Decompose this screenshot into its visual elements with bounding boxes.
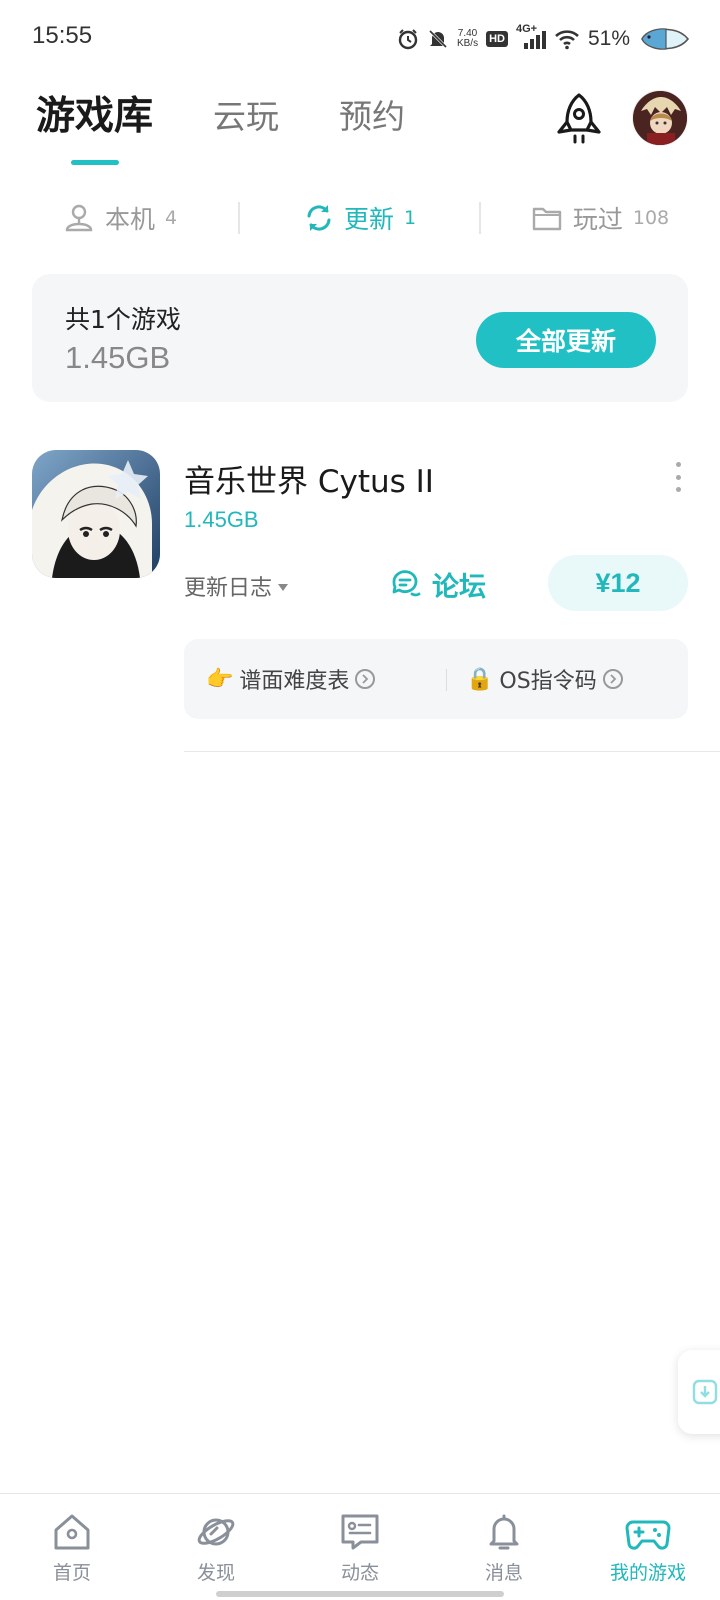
signal-icon: 4G+ xyxy=(516,23,546,51)
refresh-icon xyxy=(307,205,331,231)
sub-tab-played[interactable]: 玩过 108 xyxy=(480,196,720,240)
rocket-button[interactable] xyxy=(553,92,605,146)
game-icon[interactable] xyxy=(32,450,160,578)
nav-label: 首页 xyxy=(52,1562,91,1584)
status-time: 15:55 xyxy=(32,22,93,49)
tab-game-library[interactable]: 游戏库 xyxy=(36,94,153,140)
sub-tab-divider xyxy=(238,202,240,234)
floating-download-button[interactable] xyxy=(678,1350,720,1434)
nav-item-feed[interactable]: 动态 xyxy=(288,1494,432,1600)
chevron-right-icon xyxy=(602,669,623,689)
net-speed-unit: KB/s xyxy=(456,38,479,49)
sub-tab-label: 玩过 xyxy=(572,205,623,234)
forum-icon xyxy=(392,570,421,597)
caret-down-icon xyxy=(278,583,289,591)
hd-badge: HD xyxy=(486,31,508,47)
nav-item-my-games[interactable]: 我的游戏 xyxy=(576,1494,720,1600)
battery-percent: 51% xyxy=(587,27,630,50)
gamepad-icon xyxy=(625,1520,671,1550)
nav-label: 动态 xyxy=(340,1562,379,1584)
link-label: 谱面难度表 xyxy=(239,669,350,694)
wifi-icon xyxy=(554,28,580,50)
mute-bell-icon xyxy=(427,28,449,50)
planet-icon xyxy=(197,1518,235,1546)
game-cover-image xyxy=(32,450,160,578)
link-label: OS指令码 xyxy=(499,669,597,694)
tab-reservations[interactable]: 预约 xyxy=(339,94,405,140)
net-speed: 7.40 KB/s xyxy=(457,29,478,49)
game-links-card: 👉 谱面难度表 🔒 OS指令码 xyxy=(184,639,688,719)
more-dot xyxy=(675,487,681,492)
home-indicator xyxy=(216,1591,504,1597)
update-all-button[interactable]: 全部更新 xyxy=(476,312,656,368)
sub-tab-count: 108 xyxy=(632,207,670,229)
nav-item-messages[interactable]: 消息 xyxy=(432,1494,576,1600)
nav-item-discover[interactable]: 发现 xyxy=(144,1494,288,1600)
home-icon xyxy=(54,1514,90,1550)
more-dot xyxy=(675,474,681,480)
forum-button[interactable]: 论坛 xyxy=(390,564,486,604)
nav-label: 我的游戏 xyxy=(609,1562,686,1584)
avatar-image xyxy=(633,91,687,145)
more-options-button[interactable] xyxy=(670,462,686,492)
bell-icon xyxy=(489,1514,519,1550)
summary-count: 共1个游戏 xyxy=(65,305,181,334)
sub-tabs: 本机 4 更新 1 玩过 108 xyxy=(0,196,720,240)
item-divider xyxy=(184,751,720,752)
alarm-icon xyxy=(397,28,419,50)
game-size: 1.45GB xyxy=(184,507,259,532)
user-avatar[interactable] xyxy=(632,90,688,146)
device-icon xyxy=(65,204,93,232)
forum-label: 论坛 xyxy=(432,571,486,603)
link-os-command-code[interactable]: 🔒 OS指令码 xyxy=(466,663,623,695)
price-button[interactable]: ¥12 xyxy=(548,555,688,611)
rocket-icon xyxy=(557,93,601,144)
tab-cloud-play[interactable]: 云玩 xyxy=(213,94,279,140)
chevron-right-icon xyxy=(355,669,376,689)
download-icon xyxy=(692,1379,718,1405)
link-difficulty-table[interactable]: 👉 谱面难度表 xyxy=(206,663,376,695)
network-type: 4G+ xyxy=(515,23,538,35)
status-bar: 15:55 7.40 KB/s HD 4G+ 51% xyxy=(0,0,720,78)
sub-tab-updates[interactable]: 更新 1 xyxy=(240,196,480,240)
summary-size: 1.45GB xyxy=(65,340,171,375)
sub-tab-count: 1 xyxy=(403,207,417,229)
status-icons: 7.40 KB/s HD 4G+ 51% xyxy=(397,23,690,54)
pointing-hand-icon: 👉 xyxy=(206,666,234,692)
bottom-nav: 首页 发现 动态 消息 我的游戏 xyxy=(0,1493,720,1600)
chat-card-icon xyxy=(341,1514,379,1550)
links-divider xyxy=(446,669,447,691)
nav-label: 发现 xyxy=(196,1562,235,1584)
battery-icon xyxy=(638,26,690,52)
changelog-label: 更新日志 xyxy=(184,576,273,601)
nav-label: 消息 xyxy=(484,1562,523,1584)
active-tab-indicator xyxy=(71,160,119,165)
top-tabs: 游戏库 云玩 预约 xyxy=(36,94,465,140)
sub-tab-label: 本机 xyxy=(104,205,155,234)
folder-icon xyxy=(532,207,562,231)
game-title[interactable]: 音乐世界 Cytus II xyxy=(184,456,434,501)
sub-tab-local[interactable]: 本机 4 xyxy=(0,196,240,240)
nav-item-home[interactable]: 首页 xyxy=(0,1494,144,1600)
sub-tab-label: 更新 xyxy=(343,205,394,234)
sub-tab-divider xyxy=(479,202,481,234)
more-dot xyxy=(675,462,681,467)
changelog-toggle[interactable]: 更新日志 xyxy=(184,570,289,602)
lock-icon: 🔒 xyxy=(466,666,494,692)
sub-tab-count: 4 xyxy=(164,207,178,229)
update-summary-card: 共1个游戏 1.45GB 全部更新 xyxy=(32,274,688,402)
